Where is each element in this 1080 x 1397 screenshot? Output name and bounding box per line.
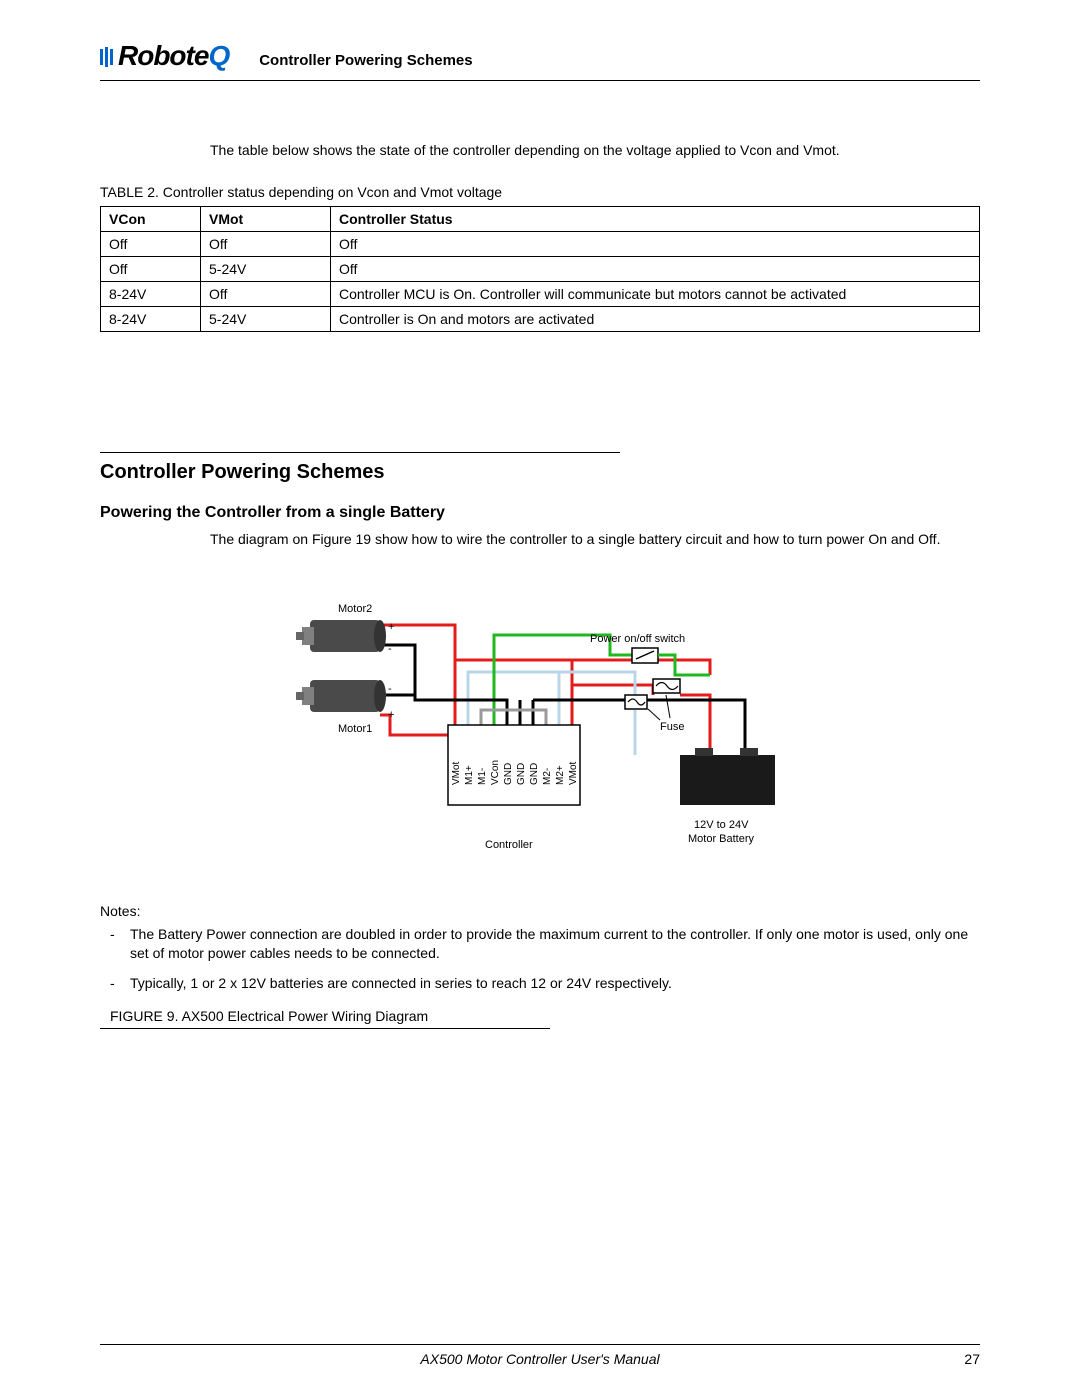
motor2-icon bbox=[296, 620, 386, 652]
battery-label-1: 12V to 24V bbox=[694, 819, 749, 831]
table-row: Off 5-24V Off bbox=[101, 257, 980, 282]
svg-text:M2+: M2+ bbox=[555, 765, 566, 785]
cell-status: Controller is On and motors are activate… bbox=[331, 307, 980, 332]
logo-q: Q bbox=[208, 40, 229, 71]
cell-status: Off bbox=[331, 257, 980, 282]
svg-text:VMot: VMot bbox=[568, 761, 579, 785]
svg-text:GND: GND bbox=[503, 763, 514, 785]
svg-text:M1-: M1- bbox=[477, 768, 488, 785]
wiring-diagram: Motor2 + - Motor1 - + Power on/off switc… bbox=[280, 580, 800, 883]
motor1-minus: - bbox=[388, 683, 392, 695]
cell-vcon: 8-24V bbox=[101, 282, 201, 307]
th-status: Controller Status bbox=[331, 207, 980, 232]
svg-text:VMot: VMot bbox=[451, 761, 462, 785]
motor2-plus: + bbox=[388, 621, 394, 633]
cell-vmot: Off bbox=[201, 232, 331, 257]
section-body: The diagram on Figure 19 show how to wir… bbox=[210, 530, 980, 550]
section-rule bbox=[100, 452, 620, 453]
sub-heading: Powering the Controller from a single Ba… bbox=[100, 504, 980, 522]
table-header-row: VCon VMot Controller Status bbox=[101, 207, 980, 232]
intro-paragraph: The table below shows the state of the c… bbox=[210, 141, 980, 161]
battery-label-2: Motor Battery bbox=[688, 833, 755, 845]
svg-text:GND: GND bbox=[516, 763, 527, 785]
figure-caption: FIGURE 9. AX500 Electrical Power Wiring … bbox=[110, 1008, 980, 1024]
cell-vcon: Off bbox=[101, 257, 201, 282]
cell-vmot: 5-24V bbox=[201, 307, 331, 332]
notes-list: The Battery Power connection are doubled… bbox=[100, 925, 980, 994]
cell-status: Controller MCU is On. Controller will co… bbox=[331, 282, 980, 307]
notes-label: Notes: bbox=[100, 903, 980, 919]
header-section-title: Controller Powering Schemes bbox=[259, 52, 472, 69]
th-vmot: VMot bbox=[201, 207, 331, 232]
motor1-label: Motor1 bbox=[338, 723, 372, 735]
page-number: 27 bbox=[940, 1351, 980, 1367]
controller-icon bbox=[448, 725, 580, 805]
battery-icon bbox=[680, 748, 775, 805]
power-switch-icon bbox=[632, 648, 658, 663]
list-item: Typically, 1 or 2 x 12V batteries are co… bbox=[110, 974, 980, 994]
motor1-icon bbox=[296, 680, 386, 712]
list-item: The Battery Power connection are doubled… bbox=[110, 925, 980, 964]
cell-vmot: 5-24V bbox=[201, 257, 331, 282]
table-row: Off Off Off bbox=[101, 232, 980, 257]
cell-status: Off bbox=[331, 232, 980, 257]
cell-vcon: 8-24V bbox=[101, 307, 201, 332]
svg-text:M2-: M2- bbox=[542, 768, 553, 785]
table-row: 8-24V 5-24V Controller is On and motors … bbox=[101, 307, 980, 332]
table-row: 8-24V Off Controller MCU is On. Controll… bbox=[101, 282, 980, 307]
th-vcon: VCon bbox=[101, 207, 201, 232]
switch-label: Power on/off switch bbox=[590, 633, 685, 645]
cell-vcon: Off bbox=[101, 232, 201, 257]
svg-text:GND: GND bbox=[529, 763, 540, 785]
cell-vmot: Off bbox=[201, 282, 331, 307]
controller-label: Controller bbox=[485, 839, 533, 851]
logo-text: Robote bbox=[118, 40, 208, 71]
fuse-label: Fuse bbox=[660, 721, 684, 733]
table-caption: TABLE 2. Controller status depending on … bbox=[100, 184, 980, 200]
svg-text:M1+: M1+ bbox=[464, 765, 475, 785]
footer-title: AX500 Motor Controller User's Manual bbox=[140, 1351, 940, 1367]
logo: RoboteQ bbox=[100, 40, 229, 74]
figure-rule bbox=[100, 1028, 550, 1029]
page-footer: AX500 Motor Controller User's Manual 27 bbox=[100, 1344, 980, 1367]
status-table: VCon VMot Controller Status Off Off Off … bbox=[100, 206, 980, 332]
wiring-diagram-svg: Motor2 + - Motor1 - + Power on/off switc… bbox=[280, 580, 800, 880]
page-header: RoboteQ Controller Powering Schemes bbox=[100, 40, 980, 81]
logo-bars-icon bbox=[100, 42, 116, 74]
motor2-minus: - bbox=[388, 643, 392, 655]
motor2-label: Motor2 bbox=[338, 603, 372, 615]
svg-text:VCon: VCon bbox=[490, 760, 501, 785]
section-heading: Controller Powering Schemes bbox=[100, 461, 980, 484]
motor1-plus: + bbox=[388, 709, 394, 721]
